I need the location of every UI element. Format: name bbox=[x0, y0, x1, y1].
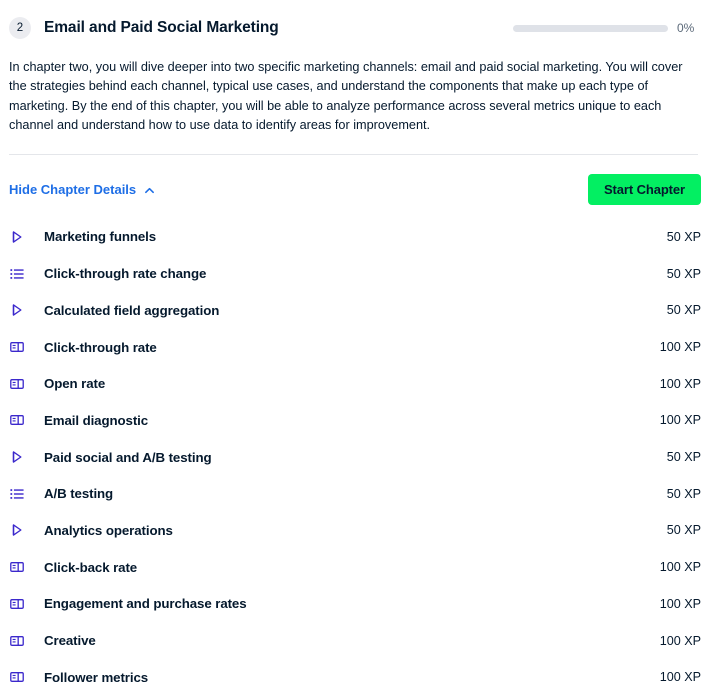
exercise-xp: 50 XP bbox=[666, 266, 701, 281]
list-lines-icon bbox=[9, 266, 25, 282]
split-panel-icon bbox=[9, 339, 25, 355]
exercise-row[interactable]: Analytics operations 50 XP bbox=[9, 512, 701, 549]
exercise-row[interactable]: Calculated field aggregation 50 XP bbox=[9, 292, 701, 329]
split-panel-icon bbox=[9, 376, 25, 392]
exercise-row[interactable]: Marketing funnels 50 XP bbox=[9, 219, 701, 256]
exercise-title: Email diagnostic bbox=[44, 412, 149, 428]
exercise-xp: 100 XP bbox=[659, 560, 701, 575]
exercise-list: Marketing funnels 50 XP Click-through rate… bbox=[0, 219, 707, 696]
exercise-title: Open rate bbox=[44, 376, 106, 392]
chapter-progress: 0% bbox=[513, 21, 699, 35]
exercise-title: A/B testing bbox=[44, 486, 114, 502]
exercise-title: Paid social and A/B testing bbox=[44, 449, 212, 465]
exercise-row[interactable]: Email diagnostic 100 XP bbox=[9, 402, 701, 439]
exercise-xp: 100 XP bbox=[659, 413, 701, 428]
exercise-title: Creative bbox=[44, 633, 96, 649]
split-panel-icon bbox=[9, 669, 25, 685]
split-panel-icon bbox=[9, 596, 25, 612]
start-chapter-button[interactable]: Start Chapter bbox=[587, 174, 701, 206]
exercise-xp: 100 XP bbox=[659, 340, 701, 355]
chapter-actions: Hide Chapter Details Start Chapter bbox=[0, 174, 707, 206]
exercise-xp: 50 XP bbox=[666, 523, 701, 538]
exercise-title: Click-back rate bbox=[44, 559, 138, 575]
chapter-description: In chapter two, you will dive deeper int… bbox=[9, 60, 683, 133]
exercise-title: Follower metrics bbox=[44, 669, 149, 685]
exercise-row[interactable]: Open rate 100 XP bbox=[9, 365, 701, 402]
video-play-icon bbox=[9, 522, 25, 538]
split-panel-icon bbox=[9, 633, 25, 649]
exercise-row[interactable]: A/B testing 50 XP bbox=[9, 475, 701, 512]
exercise-xp: 100 XP bbox=[659, 596, 701, 611]
progress-percent-label: 0% bbox=[677, 21, 695, 35]
chapter-number-badge: 2 bbox=[9, 17, 31, 39]
split-panel-icon bbox=[9, 412, 25, 428]
video-play-icon bbox=[9, 449, 25, 465]
exercise-title: Marketing funnels bbox=[44, 229, 157, 245]
hide-chapter-details-link[interactable]: Hide Chapter Details bbox=[9, 182, 155, 197]
section-divider bbox=[9, 153, 698, 155]
split-panel-icon bbox=[9, 559, 25, 575]
exercise-title: Engagement and purchase rates bbox=[44, 596, 247, 612]
exercise-xp: 100 XP bbox=[659, 633, 701, 648]
chapter-header: 2 Email and Paid Social Marketing 0% bbox=[0, 8, 707, 48]
video-play-icon bbox=[9, 302, 25, 318]
exercise-xp: 50 XP bbox=[666, 450, 701, 465]
exercise-xp: 50 XP bbox=[666, 229, 701, 244]
exercise-xp: 50 XP bbox=[666, 303, 701, 318]
exercise-row[interactable]: Click-through rate change 50 XP bbox=[9, 255, 701, 292]
list-lines-icon bbox=[9, 486, 25, 502]
exercise-title: Click-through rate bbox=[44, 339, 157, 355]
exercise-xp: 100 XP bbox=[659, 376, 701, 391]
exercise-title: Calculated field aggregation bbox=[44, 302, 220, 318]
exercise-row[interactable]: Follower metrics 100 XP bbox=[9, 659, 701, 696]
exercise-xp: 50 XP bbox=[666, 486, 701, 501]
video-play-icon bbox=[9, 229, 25, 245]
exercise-row[interactable]: Click-through rate 100 XP bbox=[9, 329, 701, 366]
exercise-row[interactable]: Engagement and purchase rates 100 XP bbox=[9, 586, 701, 623]
chevron-up-icon bbox=[144, 185, 155, 196]
exercise-row[interactable]: Creative 100 XP bbox=[9, 622, 701, 659]
hide-chapter-details-label: Hide Chapter Details bbox=[9, 182, 137, 198]
exercise-xp: 100 XP bbox=[659, 670, 701, 685]
exercise-title: Analytics operations bbox=[44, 522, 173, 538]
exercise-title: Click-through rate change bbox=[44, 266, 207, 282]
exercise-row[interactable]: Paid social and A/B testing 50 XP bbox=[9, 439, 701, 476]
exercise-row[interactable]: Click-back rate 100 XP bbox=[9, 549, 701, 586]
progress-bar-track bbox=[513, 24, 668, 32]
chapter-title: Email and Paid Social Marketing bbox=[44, 19, 279, 36]
